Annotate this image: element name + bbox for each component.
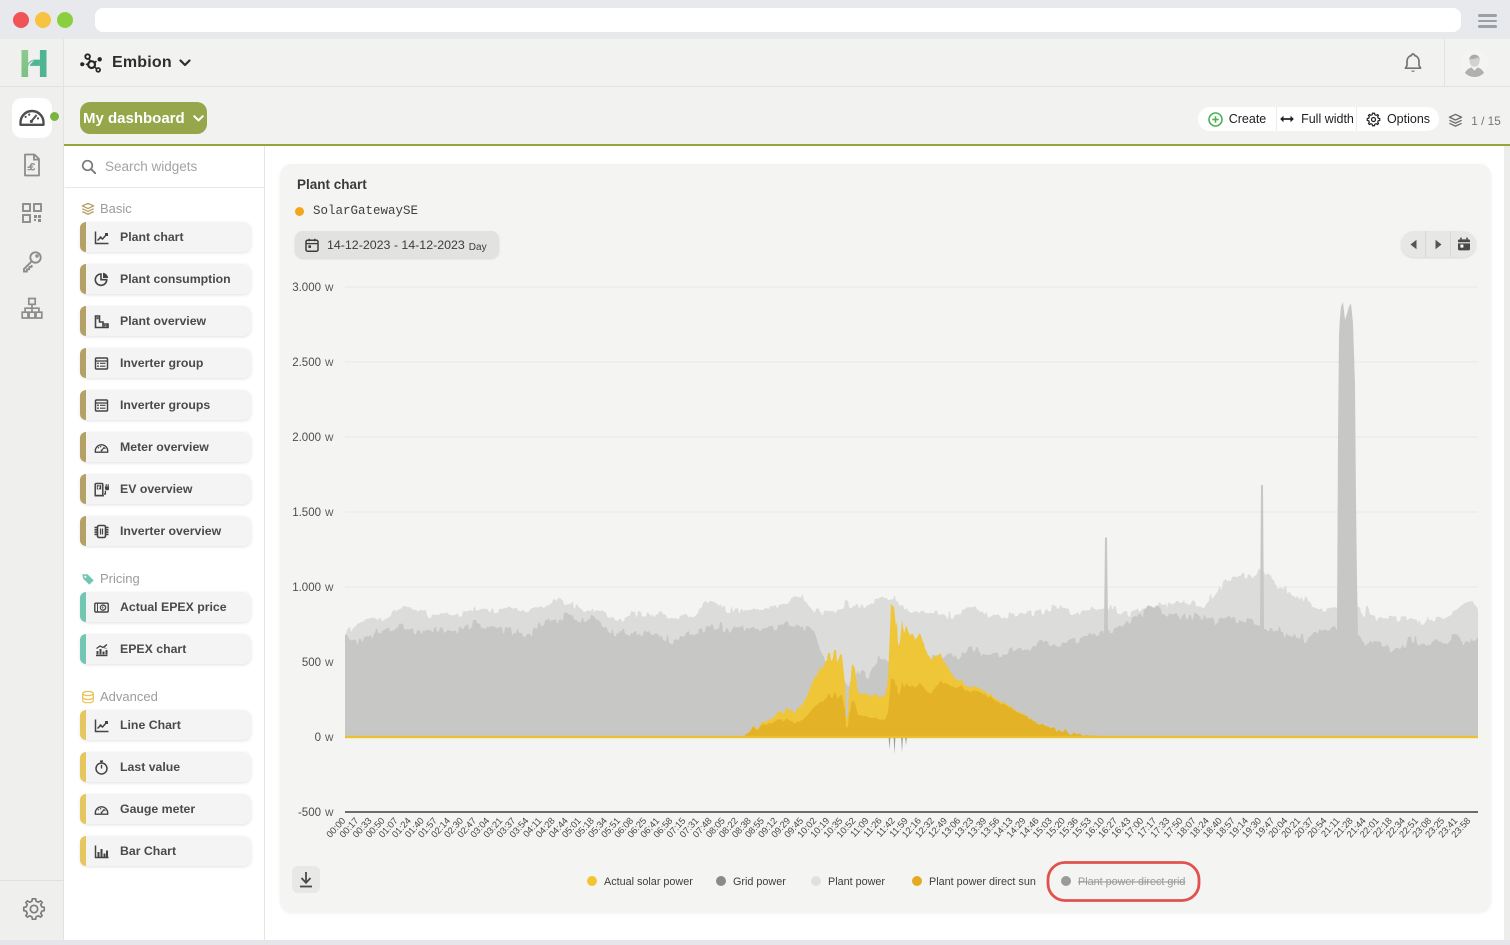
svg-text:1.500: 1.500 bbox=[292, 507, 321, 519]
svg-text:W: W bbox=[325, 283, 334, 293]
svg-text:0: 0 bbox=[315, 732, 321, 744]
svg-text:3.000: 3.000 bbox=[292, 282, 321, 294]
svg-text:Grid power: Grid power bbox=[733, 876, 786, 888]
svg-text:€: € bbox=[104, 645, 107, 651]
svg-text:-500: -500 bbox=[298, 807, 321, 819]
svg-text:Plant power: Plant power bbox=[828, 876, 885, 888]
svg-text:€: € bbox=[102, 605, 105, 611]
svg-text:W: W bbox=[325, 358, 334, 368]
svg-text:W: W bbox=[325, 808, 334, 818]
svg-text:Plant power direct grid: Plant power direct grid bbox=[1078, 876, 1185, 888]
svg-text:W: W bbox=[325, 583, 334, 593]
svg-text:W: W bbox=[325, 658, 334, 668]
svg-text:2.500: 2.500 bbox=[292, 357, 321, 369]
svg-text:500: 500 bbox=[302, 657, 321, 669]
svg-text:W: W bbox=[325, 433, 334, 443]
svg-text:2.000: 2.000 bbox=[292, 432, 321, 444]
svg-text:W: W bbox=[325, 733, 334, 743]
svg-text:Plant power direct sun: Plant power direct sun bbox=[929, 876, 1036, 888]
svg-text:W: W bbox=[325, 508, 334, 518]
svg-text:1.000: 1.000 bbox=[292, 582, 321, 594]
svg-text:Actual solar power: Actual solar power bbox=[604, 876, 693, 888]
